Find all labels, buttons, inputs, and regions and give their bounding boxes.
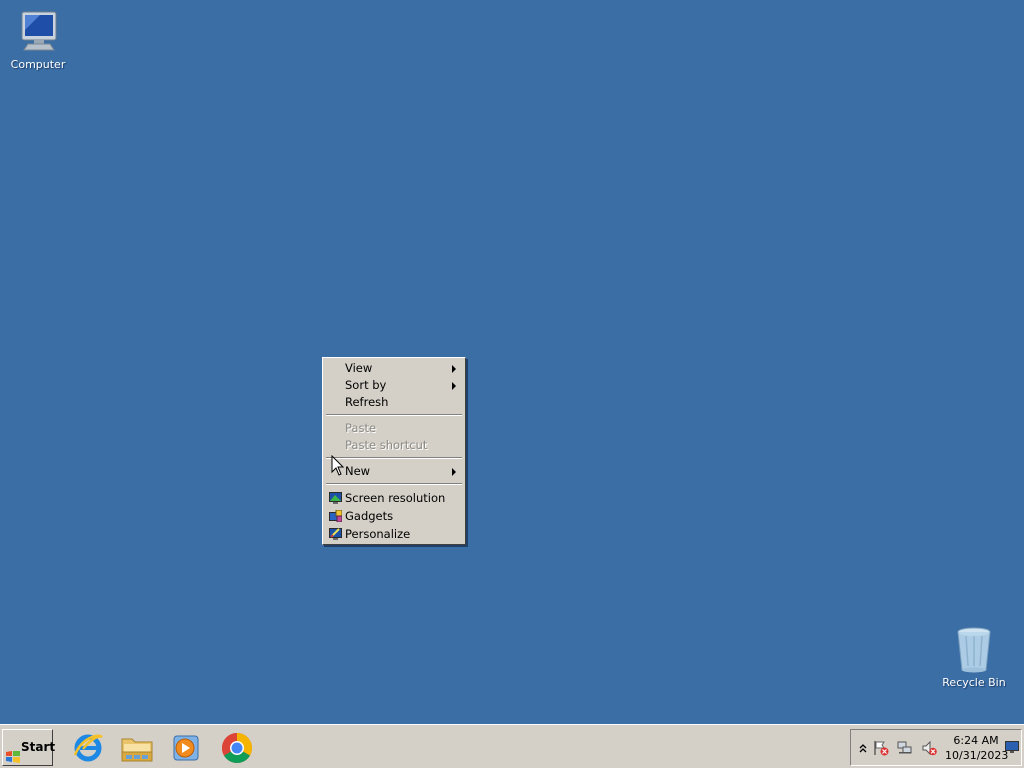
screen-resolution-icon (329, 492, 342, 504)
show-hidden-icons-chevron[interactable] (855, 740, 871, 756)
menu-separator (326, 414, 462, 416)
taskbar-pinned-media-player[interactable] (170, 731, 204, 765)
show-desktop-icon[interactable] (1005, 741, 1019, 753)
menu-item-label: Refresh (345, 395, 389, 409)
menu-item-refresh[interactable]: Refresh (326, 394, 462, 411)
menu-item-sort-by[interactable]: Sort by (326, 377, 462, 394)
desktop-icon-label: Computer (10, 58, 66, 71)
menu-item-view[interactable]: View (326, 360, 462, 377)
taskbar-pinned-windows-explorer[interactable] (120, 731, 154, 765)
menu-separator (326, 457, 462, 459)
menu-item-screen-resolution[interactable]: Screen resolution (326, 490, 462, 507)
desktop-context-menu: View Sort by Refresh Paste Paste shortcu… (322, 357, 466, 545)
recycle-bin-icon (950, 626, 998, 674)
menu-item-label: Paste (345, 421, 377, 435)
start-button[interactable]: Start (2, 729, 56, 766)
menu-item-paste: Paste (326, 420, 462, 437)
computer-icon (14, 8, 62, 56)
menu-separator (326, 483, 462, 485)
media-player-icon (170, 735, 204, 768)
mouse-cursor-icon (331, 454, 345, 477)
start-label: Start (21, 740, 56, 754)
desktop-icon-computer[interactable]: Computer (0, 8, 76, 71)
taskbar-pinned-chrome[interactable] (220, 731, 254, 765)
personalize-icon (329, 528, 342, 540)
folder-icon (120, 738, 154, 768)
desktop[interactable]: Computer Recycle Bin View Sort by Refres… (0, 0, 1024, 724)
menu-item-label: Screen resolution (345, 491, 446, 505)
menu-item-paste-shortcut: Paste shortcut (326, 437, 462, 454)
windows-logo-icon (6, 742, 20, 763)
menu-item-personalize[interactable]: Personalize (326, 526, 462, 543)
system-tray: 6:24 AM 10/31/2023 (850, 729, 1022, 766)
menu-item-new[interactable]: New (326, 463, 462, 480)
action-center-flag-icon[interactable] (873, 740, 889, 756)
submenu-arrow-icon (452, 365, 456, 373)
gadgets-icon (329, 509, 343, 523)
submenu-arrow-icon (452, 468, 456, 476)
submenu-arrow-icon (452, 382, 456, 390)
clock-time[interactable]: 6:24 AM (953, 734, 999, 747)
network-icon[interactable] (897, 740, 913, 756)
desktop-icon-label: Recycle Bin (942, 676, 1006, 689)
menu-item-gadgets[interactable]: Gadgets (326, 508, 462, 525)
internet-explorer-icon (71, 734, 105, 768)
volume-muted-icon[interactable] (921, 740, 937, 756)
menu-item-label: Paste shortcut (345, 438, 428, 452)
menu-item-label: Sort by (345, 378, 387, 392)
menu-item-label: View (345, 361, 373, 375)
menu-item-label: New (345, 464, 371, 478)
chrome-icon (220, 733, 254, 768)
clock-date[interactable]: 10/31/2023 (945, 749, 1008, 762)
menu-item-label: Gadgets (345, 509, 394, 523)
desktop-icon-recycle-bin[interactable]: Recycle Bin (936, 626, 1012, 689)
taskbar: Start 6:24 AM 10/31/2023 (0, 724, 1024, 768)
menu-item-label: Personalize (345, 527, 411, 541)
taskbar-pinned-internet-explorer[interactable] (71, 731, 105, 765)
